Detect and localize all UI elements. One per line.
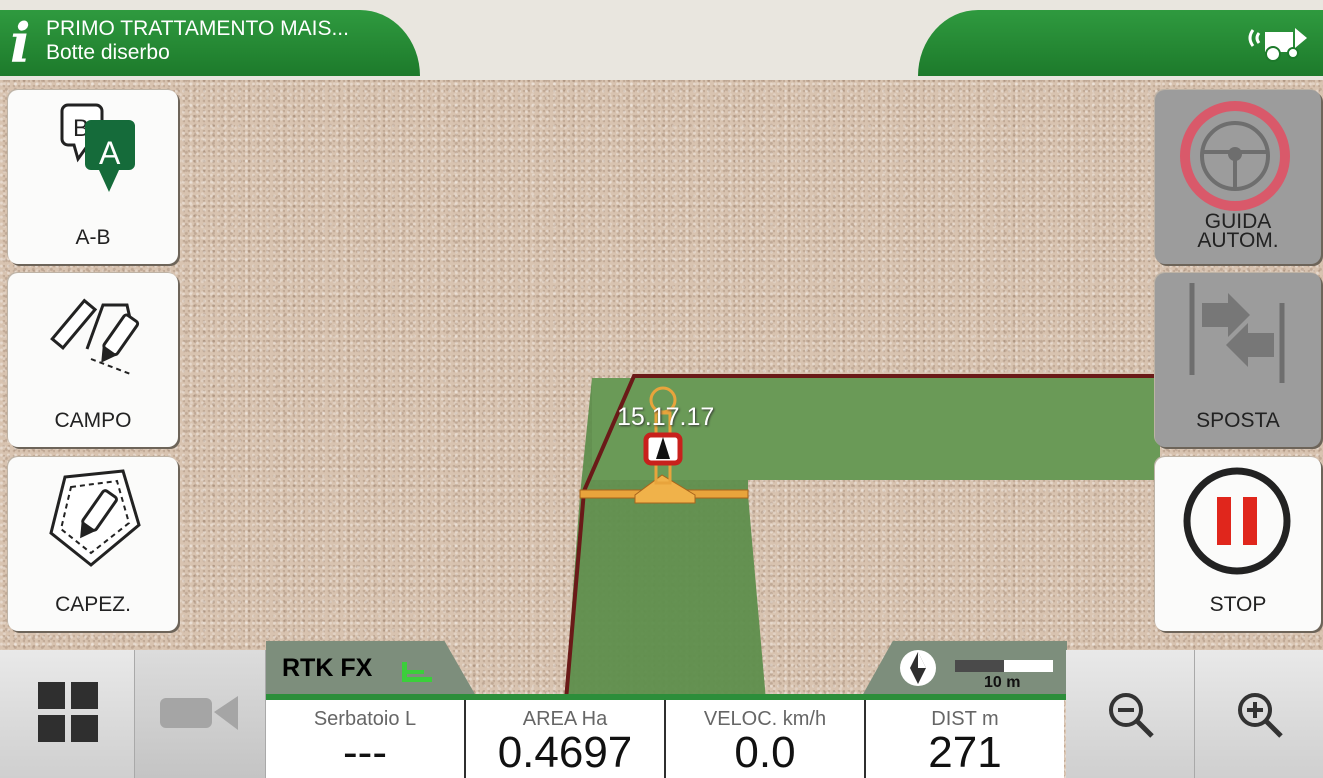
stat-area-title: AREA Ha xyxy=(522,708,608,730)
ab-line-label: A-B xyxy=(75,226,111,249)
time-label: 15.17.17 xyxy=(617,403,715,431)
shift-button[interactable]: SPOSTA xyxy=(1155,273,1321,447)
field-draw-icon xyxy=(50,298,140,376)
zoom-out-icon xyxy=(1109,693,1154,738)
svg-text:A: A xyxy=(99,135,121,171)
gps-status: RTK FX xyxy=(282,654,373,682)
autosteer-button[interactable]: GUIDA AUTOM. xyxy=(1155,90,1321,264)
shift-label: SPOSTA xyxy=(1196,409,1280,432)
steering-wheel-icon xyxy=(1180,101,1290,211)
stat-distance-value: 271 xyxy=(928,728,1002,777)
status-panel xyxy=(918,10,1323,76)
stat-area-value: 0.4697 xyxy=(497,728,633,777)
autosteer-label: GUIDA AUTOM. xyxy=(1155,211,1321,252)
stat-speed-title: VELOC. km/h xyxy=(703,708,827,730)
zoom-out-button[interactable] xyxy=(1066,650,1195,778)
zoom-in-button[interactable] xyxy=(1195,650,1323,778)
stat-tank: Serbatoio L --- xyxy=(266,700,466,778)
headland-label: CAPEZ. xyxy=(55,593,131,616)
stop-label: STOP xyxy=(1209,593,1267,616)
headland-button[interactable]: CAPEZ. xyxy=(8,457,178,631)
stat-tank-value: --- xyxy=(343,728,387,777)
camera-button[interactable] xyxy=(135,650,266,778)
scale-label: 10 m xyxy=(984,674,1021,691)
field-label: CAMPO xyxy=(54,409,132,432)
grid-menu-icon xyxy=(38,682,98,742)
shift-line-icon xyxy=(1189,283,1285,383)
signal-bars-icon xyxy=(402,662,432,682)
stat-speed: VELOC. km/h 0.0 xyxy=(666,700,866,778)
stop-button[interactable]: STOP xyxy=(1155,457,1321,631)
pause-icon xyxy=(1183,467,1291,575)
autosteer-label-line2: AUTOM. xyxy=(1197,229,1279,252)
zoom-in-icon xyxy=(1238,693,1283,738)
headland-draw-icon xyxy=(49,469,141,567)
ab-line-markers-icon: B A xyxy=(60,103,135,192)
menu-button[interactable] xyxy=(0,650,135,778)
stat-distance-title: DIST m xyxy=(931,708,999,730)
job-subtitle: Botte diserbo xyxy=(46,41,170,64)
job-info-panel[interactable]: i PRIMO TRATTAMENTO MAIS... Botte diserb… xyxy=(0,10,420,76)
stat-area: AREA Ha 0.4697 xyxy=(466,700,666,778)
compass-icon[interactable] xyxy=(898,648,938,688)
job-title: PRIMO TRATTAMENTO MAIS... xyxy=(46,17,349,40)
field-button[interactable]: CAMPO xyxy=(8,273,178,447)
stat-speed-value: 0.0 xyxy=(734,728,796,777)
stat-distance: DIST m 271 xyxy=(866,700,1064,778)
stat-tank-title: Serbatoio L xyxy=(313,708,417,730)
top-bar: i PRIMO TRATTAMENTO MAIS... Botte diserb… xyxy=(0,0,1323,80)
gps-signal-tractor-icon[interactable] xyxy=(1243,18,1313,64)
video-camera-icon xyxy=(160,696,238,730)
info-icon[interactable]: i xyxy=(10,14,38,72)
ab-line-button[interactable]: B A A-B xyxy=(8,90,178,264)
scale-bar xyxy=(955,660,1053,672)
